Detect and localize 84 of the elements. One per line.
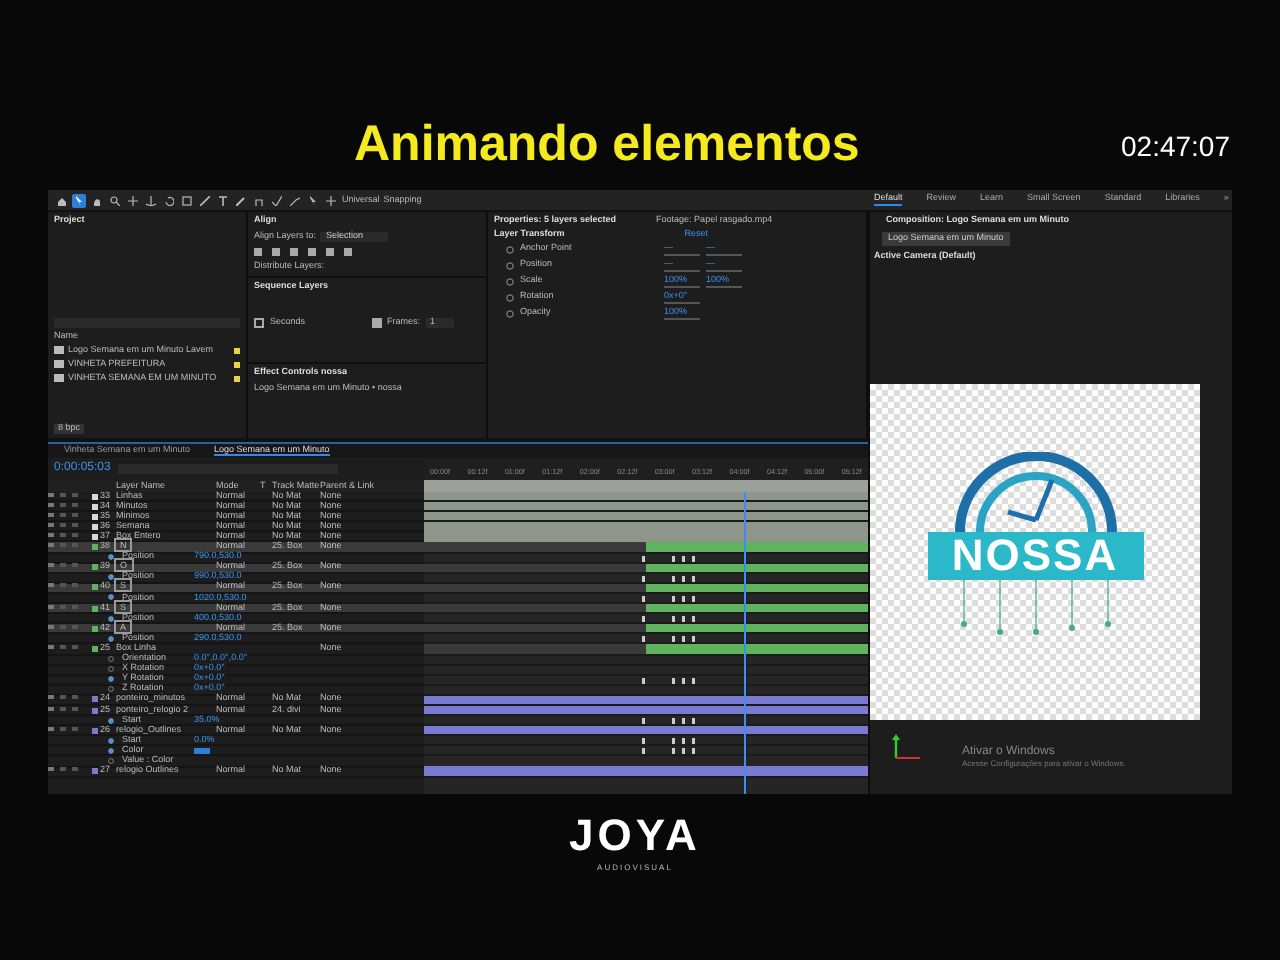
zoom-icon — [110, 195, 120, 205]
label-color-swatch[interactable] — [92, 584, 98, 591]
logo-text: NOSSA — [927, 531, 1143, 580]
layer-duration-bar[interactable] — [424, 726, 868, 735]
layer-switches-icon[interactable] — [48, 603, 84, 610]
checkbox[interactable] — [254, 317, 264, 328]
tool-button[interactable] — [162, 193, 176, 207]
tool-button[interactable] — [306, 193, 320, 207]
check-icon — [272, 195, 282, 205]
stopwatch-icon[interactable] — [108, 676, 114, 683]
label-color-swatch[interactable] — [92, 727, 98, 734]
stopwatch-icon[interactable] — [108, 686, 114, 693]
label-color-swatch[interactable] — [92, 544, 98, 551]
rotate-icon — [164, 195, 174, 205]
layer-switches-icon[interactable] — [48, 511, 84, 518]
layer-duration-bar[interactable] — [646, 583, 868, 593]
stopwatch-icon[interactable] — [108, 554, 114, 561]
checkbox[interactable] — [371, 317, 382, 328]
layer-switches-icon[interactable] — [48, 582, 84, 589]
label-color-swatch[interactable] — [92, 533, 98, 540]
tool-button[interactable] — [198, 193, 212, 207]
tool-button[interactable] — [108, 193, 122, 207]
label-swatch — [234, 347, 240, 354]
label-swatch — [234, 375, 240, 382]
layer-duration-bar[interactable] — [646, 603, 868, 613]
layer-duration-bar[interactable] — [646, 624, 868, 633]
stopwatch-icon[interactable] — [108, 747, 114, 754]
label-color-swatch[interactable] — [92, 696, 98, 703]
layer-duration-bar[interactable] — [424, 512, 868, 521]
layer-duration-bar[interactable] — [424, 501, 868, 511]
stopwatch-icon[interactable] — [108, 635, 114, 642]
layer-switches-icon[interactable] — [48, 623, 84, 630]
stopwatch-icon[interactable] — [108, 737, 114, 744]
layer-switches-icon[interactable] — [48, 725, 84, 732]
stopwatch-icon[interactable] — [108, 656, 114, 663]
plus-icon — [128, 195, 138, 205]
layer-switches-icon[interactable] — [48, 491, 84, 498]
pen-icon — [200, 195, 210, 205]
label-color-swatch[interactable] — [92, 707, 98, 714]
stopwatch-icon[interactable] — [108, 594, 114, 601]
layer-switches-icon[interactable] — [48, 562, 84, 569]
arrow-icon — [74, 195, 84, 205]
stopwatch-icon[interactable] — [108, 717, 114, 724]
tool-button[interactable] — [72, 193, 86, 207]
label-swatch — [234, 361, 240, 368]
text-icon — [218, 195, 228, 205]
home-icon — [56, 195, 66, 205]
label-color-swatch[interactable] — [92, 493, 98, 500]
arrow-icon — [308, 195, 318, 205]
layer-switches-icon[interactable] — [48, 643, 84, 650]
align-buttons-drawing[interactable] — [254, 247, 354, 256]
rectangle-icon — [182, 195, 192, 205]
layer-switches-icon[interactable] — [48, 531, 84, 538]
layer-duration-bar[interactable] — [424, 491, 868, 501]
label-color-swatch[interactable] — [92, 503, 98, 510]
layer-duration-bar[interactable] — [646, 563, 868, 572]
label-color-swatch[interactable] — [92, 645, 98, 652]
stopwatch-icon[interactable] — [108, 666, 114, 673]
tool-button[interactable] — [270, 193, 284, 207]
layer-switches-icon[interactable] — [48, 705, 84, 712]
stopwatch-icon[interactable] — [108, 757, 114, 764]
label-color-swatch[interactable] — [92, 564, 98, 571]
axis-gizmo-icon — [890, 733, 922, 762]
tool-button[interactable] — [54, 193, 68, 207]
label-color-swatch[interactable] — [92, 768, 98, 775]
label-color-swatch[interactable] — [92, 605, 98, 612]
layer-switches-icon[interactable] — [48, 542, 84, 549]
layer-duration-bar[interactable] — [424, 695, 868, 705]
label-color-swatch[interactable] — [92, 625, 98, 632]
video-title: Animando elementos — [354, 116, 860, 174]
layer-switches-icon[interactable] — [48, 501, 84, 508]
color-swatch[interactable] — [194, 747, 210, 754]
tool-button[interactable] — [216, 193, 230, 207]
label-color-swatch[interactable] — [92, 523, 98, 530]
brand-logo: JOYA — [569, 810, 701, 862]
layer-switches-icon[interactable] — [48, 521, 84, 528]
stopwatch-icon[interactable] — [108, 574, 114, 581]
layer-switches-icon[interactable] — [48, 694, 84, 701]
label-color-swatch[interactable] — [92, 513, 98, 520]
elapsed-time: 02:47:07 — [1121, 130, 1230, 162]
layer-duration-bar[interactable] — [424, 705, 868, 715]
layer-switches-icon[interactable] — [48, 766, 84, 773]
stopwatch-icon[interactable] — [108, 615, 114, 622]
plus-icon — [326, 195, 336, 205]
